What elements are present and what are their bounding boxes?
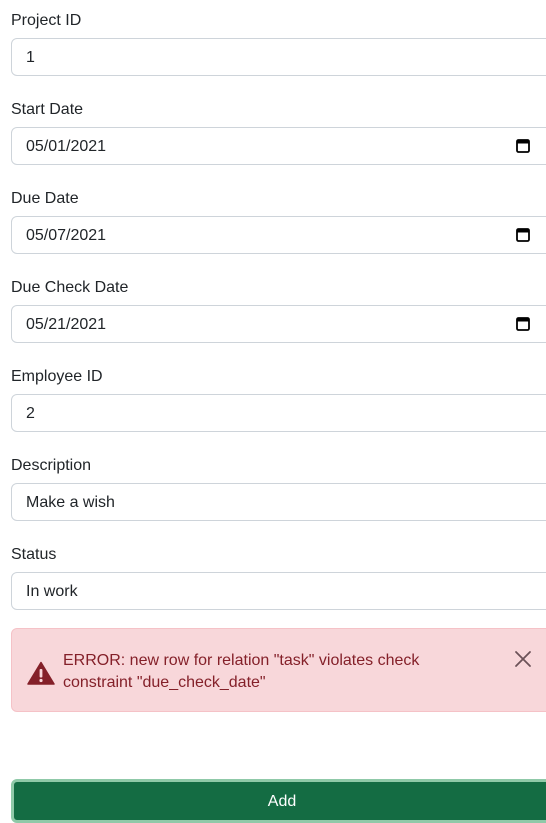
due-check-date-input[interactable]: 05/21/2021 [11,305,546,343]
due-date-value: 05/07/2021 [26,227,107,244]
calendar-icon[interactable] [516,317,530,331]
task-form: Project ID 1 Start Date 05/01/2021 Due D… [0,0,546,823]
error-message: ERROR: new row for relation "task" viola… [63,652,420,691]
warning-triangle-icon [27,661,55,685]
due-date-input[interactable]: 05/07/2021 [11,216,546,254]
due-date-label: Due Date [11,190,79,207]
description-input[interactable]: Make a wish [11,483,546,521]
calendar-icon[interactable] [516,139,530,153]
close-icon[interactable] [511,647,535,671]
error-alert: ERROR: new row for relation "task" viola… [11,628,546,712]
status-label: Status [11,546,57,563]
start-date-input[interactable]: 05/01/2021 [11,127,546,165]
project-id-value: 1 [26,49,35,66]
calendar-icon[interactable] [516,228,530,242]
add-button[interactable]: Add [11,779,546,823]
description-value: Make a wish [26,494,115,511]
employee-id-input[interactable]: 2 [11,394,546,432]
start-date-label: Start Date [11,101,84,118]
employee-id-label: Employee ID [11,368,103,385]
project-id-label: Project ID [11,12,82,29]
status-value: In work [26,583,78,600]
due-check-date-value: 05/21/2021 [26,316,107,333]
start-date-value: 05/01/2021 [26,138,107,155]
due-check-date-label: Due Check Date [11,279,129,296]
project-id-input[interactable]: 1 [11,38,546,76]
employee-id-value: 2 [26,405,35,422]
status-input[interactable]: In work [11,572,546,610]
description-label: Description [11,457,92,474]
add-button-label: Add [267,793,297,810]
